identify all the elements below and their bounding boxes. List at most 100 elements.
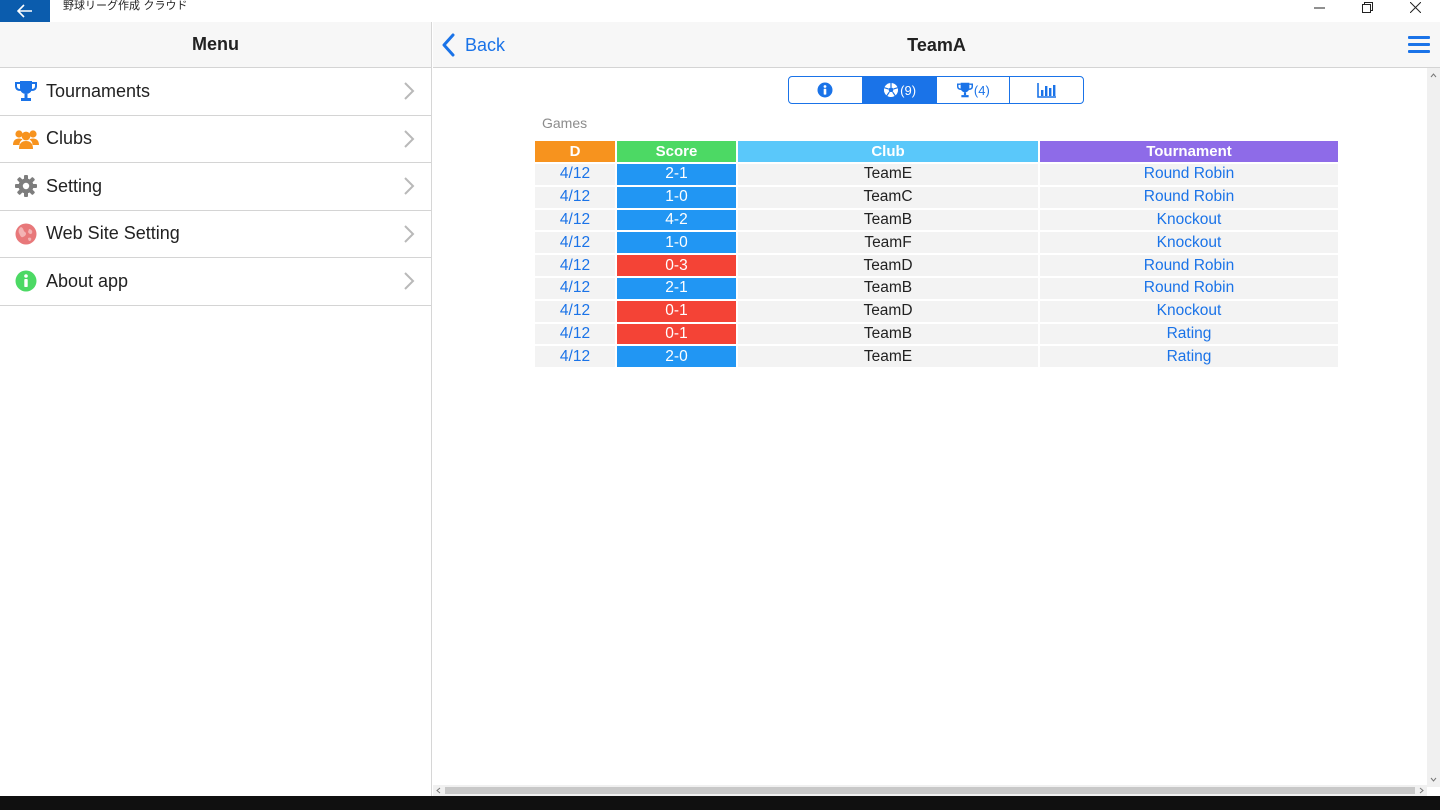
tournament-cell[interactable]: Round Robin — [1040, 277, 1338, 299]
navigation-bar: Back TeamA — [433, 22, 1440, 68]
tab-games-count: (9) — [900, 82, 917, 98]
tournament-cell[interactable]: Knockout — [1040, 232, 1338, 254]
taskbar — [0, 796, 1440, 810]
hamburger-menu-icon[interactable] — [1408, 36, 1430, 54]
tab-games[interactable]: (9) — [862, 77, 937, 103]
tournament-cell[interactable]: Knockout — [1040, 209, 1338, 231]
globe-icon — [13, 222, 39, 246]
column-header-date[interactable]: D — [535, 141, 615, 162]
tournament-cell[interactable]: Round Robin — [1040, 164, 1338, 185]
date-cell[interactable]: 4/12 — [535, 209, 615, 231]
menu-item-label: Setting — [46, 175, 103, 196]
minimize-icon — [1313, 7, 1325, 8]
tournament-cell[interactable]: Round Robin — [1040, 186, 1338, 208]
menu-item-clubs[interactable]: Clubs — [0, 116, 431, 163]
table-row[interactable]: 4/12 2-1 TeamE Round Robin — [535, 164, 1338, 185]
tab-info[interactable] — [789, 77, 863, 103]
horizontal-scrollbar[interactable] — [433, 785, 1427, 796]
chevron-right-icon — [404, 130, 415, 148]
club-cell: TeamB — [738, 209, 1038, 231]
menu-item-label: About app — [46, 270, 129, 291]
trophy-icon — [956, 82, 973, 98]
menu-item-label: Tournaments — [46, 80, 151, 101]
menu-pane: Menu Tournaments Clubs Setting Web Site … — [0, 22, 432, 796]
table-row[interactable]: 4/12 1-0 TeamF Knockout — [535, 232, 1338, 254]
table-row[interactable]: 4/12 0-1 TeamB Rating — [535, 323, 1338, 345]
column-header-club[interactable]: Club — [738, 141, 1038, 162]
date-cell[interactable]: 4/12 — [535, 186, 615, 208]
segmented-control: (9) (4) — [788, 76, 1084, 104]
club-cell: TeamE — [738, 346, 1038, 368]
menu-item-setting[interactable]: Setting — [0, 163, 431, 211]
trophy-icon — [13, 79, 39, 103]
window-back-button[interactable] — [0, 0, 50, 22]
date-cell[interactable]: 4/12 — [535, 323, 615, 345]
scroll-right-icon[interactable] — [1418, 787, 1425, 794]
scroll-up-icon[interactable] — [1430, 72, 1437, 79]
tournament-cell[interactable]: Rating — [1040, 323, 1338, 345]
menu-header: Menu — [0, 22, 431, 68]
column-header-score[interactable]: Score — [617, 141, 736, 162]
info-icon — [13, 269, 39, 293]
info-icon — [817, 82, 833, 98]
table-row[interactable]: 4/12 0-1 TeamD Knockout — [535, 300, 1338, 322]
score-cell: 0-3 — [617, 255, 736, 276]
date-cell[interactable]: 4/12 — [535, 346, 615, 368]
score-cell: 1-0 — [617, 232, 736, 254]
tab-tournaments-count: (4) — [973, 82, 990, 98]
date-cell[interactable]: 4/12 — [535, 300, 615, 322]
soccer-ball-icon — [883, 82, 899, 98]
horizontal-scroll-thumb[interactable] — [445, 787, 1415, 794]
club-cell: TeamB — [738, 277, 1038, 299]
tab-tournaments[interactable]: (4) — [937, 77, 1011, 103]
date-cell[interactable]: 4/12 — [535, 255, 615, 276]
tournament-cell[interactable]: Knockout — [1040, 300, 1338, 322]
menu-item-label: Web Site Setting — [46, 223, 180, 244]
column-header-tournament[interactable]: Tournament — [1040, 141, 1338, 162]
bar-chart-icon — [1036, 83, 1056, 98]
score-cell: 2-1 — [617, 164, 736, 185]
tournament-cell[interactable]: Round Robin — [1040, 255, 1338, 276]
page-title: TeamA — [907, 35, 966, 55]
detail-pane: Back TeamA (9) (4) Games D Score Club To… — [433, 22, 1440, 796]
users-icon — [13, 127, 39, 151]
table-header-row: D Score Club Tournament — [535, 141, 1338, 162]
date-cell[interactable]: 4/12 — [535, 164, 615, 185]
table-row[interactable]: 4/12 1-0 TeamC Round Robin — [535, 186, 1338, 208]
tab-stats[interactable] — [1010, 77, 1083, 103]
close-icon — [1409, 1, 1421, 13]
window-titlebar: 野球リーグ作成 クラウド — [0, 0, 1440, 22]
menu-item-about-app[interactable]: About app — [0, 258, 431, 306]
club-cell: TeamB — [738, 323, 1038, 345]
date-cell[interactable]: 4/12 — [535, 232, 615, 254]
score-cell: 2-0 — [617, 346, 736, 368]
scroll-down-icon[interactable] — [1430, 776, 1437, 783]
minimize-button[interactable] — [1296, 0, 1342, 14]
club-cell: TeamD — [738, 255, 1038, 276]
table-row[interactable]: 4/12 4-2 TeamB Knockout — [535, 209, 1338, 231]
table-row[interactable]: 4/12 0-3 TeamD Round Robin — [535, 255, 1338, 276]
menu-title: Menu — [192, 34, 239, 54]
scroll-left-icon[interactable] — [435, 787, 442, 794]
score-cell: 1-0 — [617, 186, 736, 208]
club-cell: TeamD — [738, 300, 1038, 322]
restore-button[interactable] — [1344, 0, 1390, 14]
menu-item-web-site-setting[interactable]: Web Site Setting — [0, 211, 431, 258]
chevron-right-icon — [404, 177, 415, 195]
table-row[interactable]: 4/12 2-0 TeamE Rating — [535, 346, 1338, 368]
score-cell: 2-1 — [617, 277, 736, 299]
menu-item-tournaments[interactable]: Tournaments — [0, 68, 431, 116]
close-button[interactable] — [1392, 0, 1438, 14]
tournament-cell[interactable]: Rating — [1040, 346, 1338, 368]
chevron-right-icon — [404, 82, 415, 100]
menu-item-label: Clubs — [46, 128, 93, 149]
score-cell: 4-2 — [617, 209, 736, 231]
chevron-right-icon — [404, 225, 415, 243]
date-cell[interactable]: 4/12 — [535, 277, 615, 299]
score-cell: 0-1 — [617, 300, 736, 322]
club-cell: TeamF — [738, 232, 1038, 254]
table-row[interactable]: 4/12 2-1 TeamB Round Robin — [535, 277, 1338, 299]
vertical-scrollbar[interactable] — [1427, 68, 1440, 787]
chevron-right-icon — [404, 272, 415, 290]
restore-icon — [1361, 1, 1373, 13]
